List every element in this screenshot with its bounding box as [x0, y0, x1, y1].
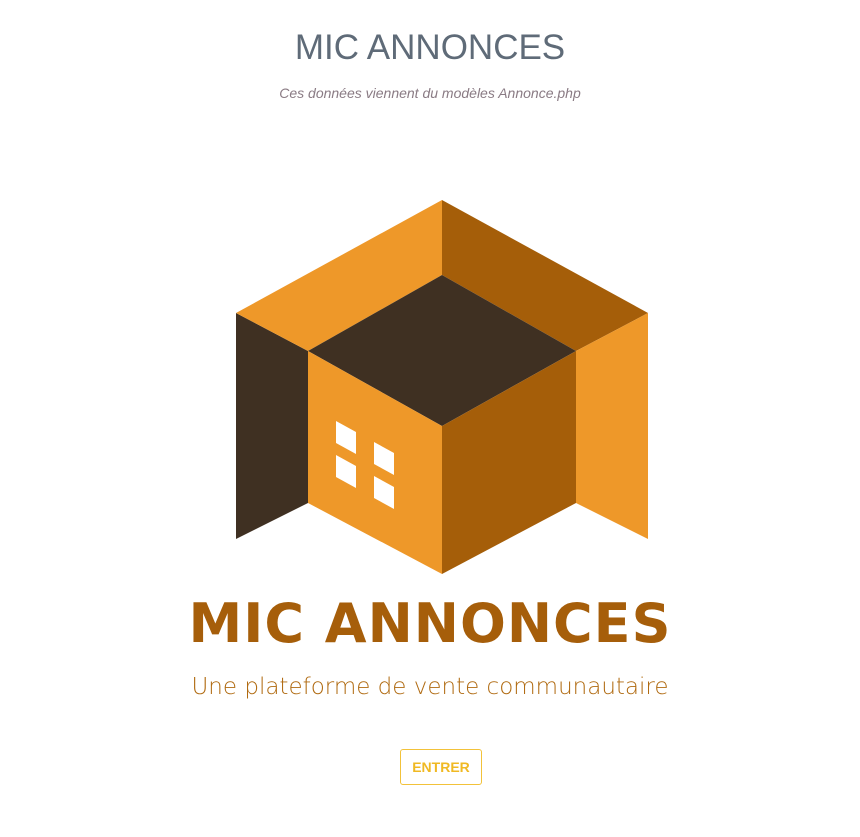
logo-right-wall [576, 313, 648, 539]
page-title: MIC ANNONCES [294, 28, 566, 67]
brand-name: MIC ANNONCES [188, 592, 672, 655]
brand-tagline: Une plateforme de vente communautaire [191, 674, 669, 700]
enter-button[interactable]: ENTRER [400, 749, 482, 785]
page-subtitle: Ces données viennent du modèles Annonce.… [279, 85, 581, 101]
house-box-logo-icon [236, 200, 648, 574]
logo-left-wall [236, 313, 308, 539]
